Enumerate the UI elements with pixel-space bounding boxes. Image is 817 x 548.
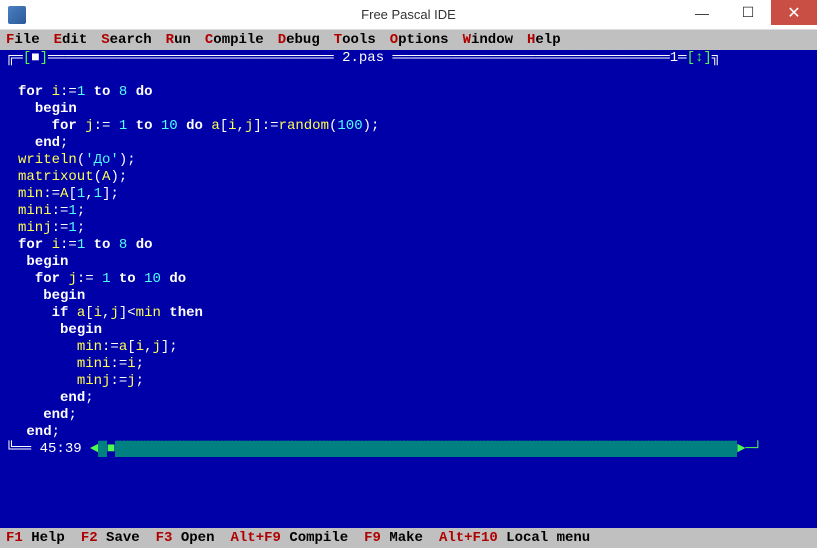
statusbar: F1 Help F2 Save F3 Open Alt+F9 Compile F…	[0, 528, 817, 548]
minimize-button[interactable]: —	[679, 0, 725, 25]
status-help[interactable]: F1 Help	[6, 530, 75, 546]
maximize-button[interactable]: ☐	[725, 0, 771, 25]
app-icon	[8, 6, 26, 24]
menu-window[interactable]: Window	[463, 32, 513, 48]
menu-tools[interactable]: Tools	[334, 32, 376, 48]
menubar: File Edit Search Run Compile Debug Tools…	[0, 30, 817, 50]
window-titlebar: Free Pascal IDE — ☐ ✕	[0, 0, 817, 30]
scroll-right-icon[interactable]: ►─┘	[737, 441, 762, 457]
status-compile[interactable]: Alt+F9 Compile	[230, 530, 358, 546]
editor-frame-bottom: ╚══ 45:39 ◄▒■▒▒▒▒▒▒▒▒▒▒▒▒▒▒▒▒▒▒▒▒▒▒▒▒▒▒▒…	[0, 441, 817, 458]
editor-frame-top: ╔═[■]══════════════════════════════════ …	[0, 50, 817, 67]
cursor-position: 45:39	[40, 441, 82, 457]
menu-search[interactable]: Search	[101, 32, 151, 48]
status-save[interactable]: F2 Save	[81, 530, 150, 546]
menu-debug[interactable]: Debug	[278, 32, 320, 48]
menu-options[interactable]: Options	[390, 32, 449, 48]
editor-workspace: ╔═[■]══════════════════════════════════ …	[0, 50, 817, 528]
menu-compile[interactable]: Compile	[205, 32, 264, 48]
status-localmenu[interactable]: Alt+F10 Local menu	[439, 530, 600, 546]
status-make[interactable]: F9 Make	[364, 530, 433, 546]
window-title: Free Pascal IDE	[361, 7, 456, 22]
editor-window-number: 1	[670, 50, 678, 66]
close-button[interactable]: ✕	[771, 0, 817, 25]
menu-run[interactable]: Run	[166, 32, 191, 48]
code-editor[interactable]: for i:=1 to 8 do begin for j:= 1 to 10 d…	[0, 67, 817, 441]
menu-file[interactable]: File	[6, 32, 40, 48]
status-open[interactable]: F3 Open	[156, 530, 225, 546]
editor-filename: 2.pas	[342, 50, 384, 66]
window-controls: — ☐ ✕	[679, 0, 817, 30]
menu-edit[interactable]: Edit	[54, 32, 88, 48]
menu-help[interactable]: Help	[527, 32, 561, 48]
